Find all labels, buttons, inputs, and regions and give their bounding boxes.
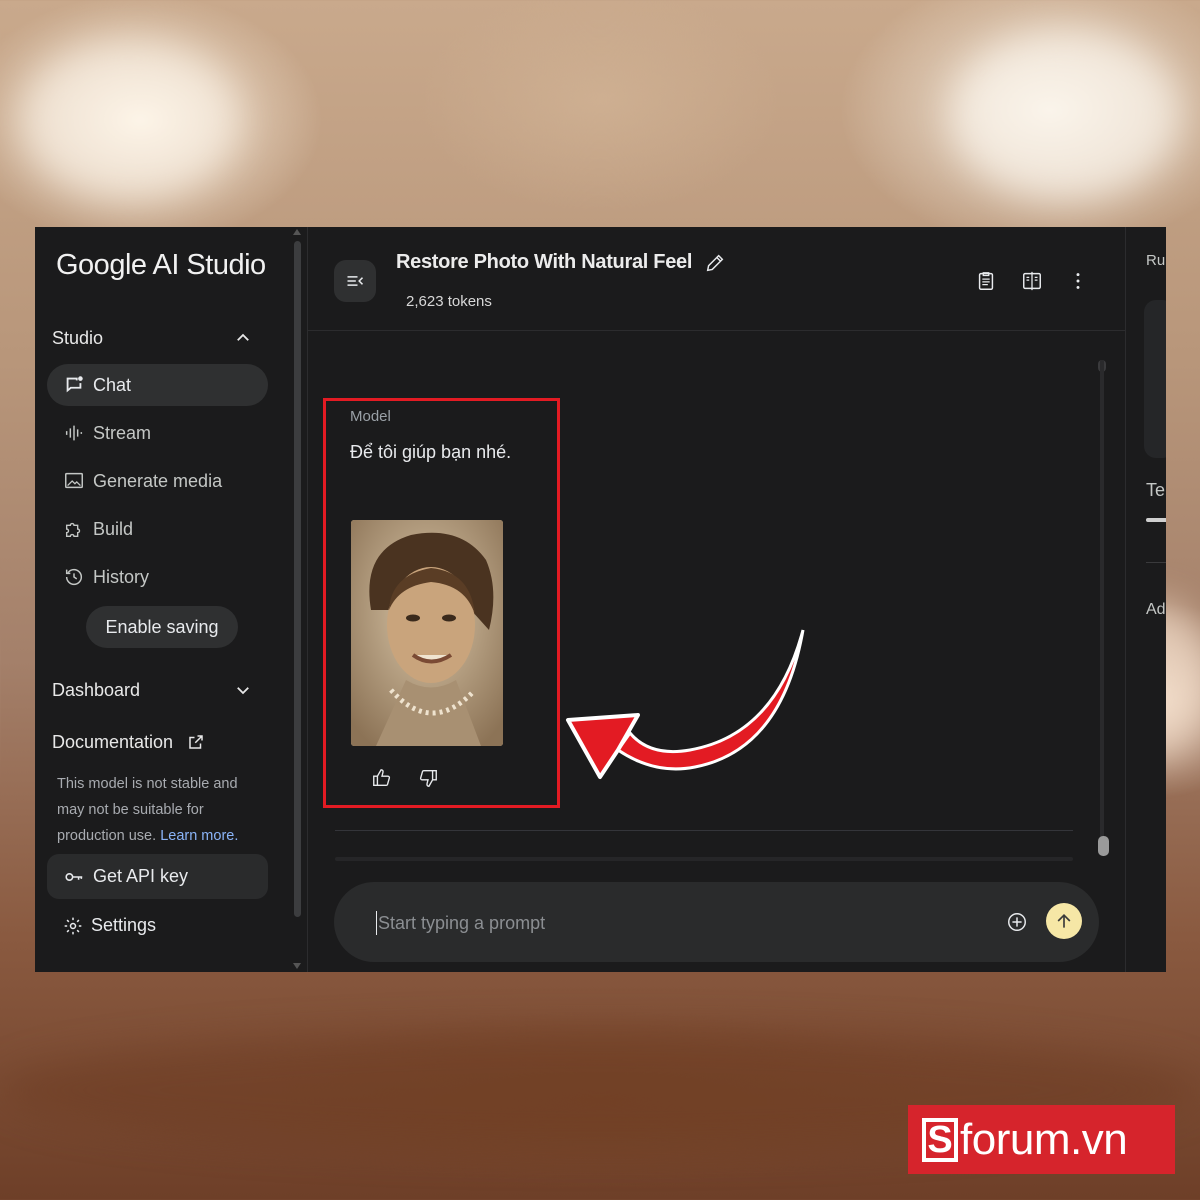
background-blur: [20, 40, 240, 200]
learn-more-link[interactable]: Learn more.: [160, 828, 238, 844]
dashboard-label: Dashboard: [52, 679, 141, 700]
ai-studio-window: Google AI Studio Studio Chat Stream Gene…: [35, 227, 1166, 972]
chat-main: Restore Photo With Natural Feel 2,623 to…: [307, 227, 1126, 972]
sidebar-item-chat[interactable]: Chat: [47, 364, 268, 406]
studio-label: Studio: [52, 327, 104, 348]
run-settings-panel: Ru Te Ad: [1125, 227, 1166, 972]
thumbs-up-icon[interactable]: [371, 767, 393, 789]
settings-button[interactable]: Settings: [63, 915, 156, 936]
background-blur: [950, 30, 1180, 200]
feedback-buttons: [371, 767, 439, 789]
compare-icon[interactable]: [1021, 270, 1043, 292]
clipboard-icon[interactable]: [975, 270, 997, 292]
sidebar-item-label: Generate media: [93, 470, 223, 491]
sidebar-item-label: History: [93, 566, 150, 587]
model-card[interactable]: [1144, 300, 1166, 458]
panel-divider: [1146, 562, 1166, 563]
sidebar-item-label: Build: [93, 518, 134, 539]
sforum-logo-text: forum.vn: [960, 1114, 1128, 1164]
external-link-icon: [189, 735, 203, 749]
thumbs-down-icon[interactable]: [417, 767, 439, 789]
sidebar-scroll-up[interactable]: [293, 229, 301, 235]
chevron-down-icon: [237, 687, 249, 695]
waveform-icon: [65, 425, 83, 441]
sidebar-item-build[interactable]: Build: [47, 508, 268, 550]
sidebar-item-label: Chat: [93, 374, 132, 395]
more-vertical-icon[interactable]: [1067, 270, 1089, 292]
settings-label: Settings: [91, 915, 157, 935]
history-icon: [65, 568, 83, 586]
temperature-label: Te: [1146, 480, 1166, 500]
arrow-up-icon: [1057, 913, 1071, 928]
puzzle-icon: [65, 522, 81, 538]
studio-section-toggle[interactable]: Studio: [52, 323, 252, 353]
image-icon: [65, 472, 83, 489]
sidebar-item-generate-media[interactable]: Generate media: [47, 460, 268, 502]
sidebar-item-stream[interactable]: Stream: [47, 412, 268, 454]
restored-photo[interactable]: [351, 520, 503, 746]
send-button[interactable]: [1046, 903, 1082, 939]
prompt-bar: [334, 882, 1099, 962]
message-divider: [335, 830, 1073, 831]
model-message: Để tôi giúp bạn nhé.: [350, 442, 512, 462]
key-icon: [65, 872, 83, 881]
enable-saving-button[interactable]: Enable saving: [86, 606, 238, 648]
app-logo: Google AI Studio: [56, 249, 266, 281]
chat-header: Restore Photo With Natural Feel 2,623 to…: [308, 227, 1126, 331]
api-key-label: Get API key: [93, 866, 189, 886]
sidebar-item-history[interactable]: History: [47, 556, 268, 598]
toggle-sidebar-button[interactable]: [334, 260, 376, 302]
add-circle-icon[interactable]: [1006, 911, 1028, 933]
prompt-input[interactable]: [376, 911, 976, 935]
documentation-link[interactable]: Documentation: [52, 727, 222, 757]
chevron-up-icon: [237, 333, 249, 341]
sforum-watermark: S forum.vn: [908, 1105, 1175, 1174]
chat-icon: [66, 376, 83, 393]
pencil-icon[interactable]: [704, 252, 726, 274]
model-disclaimer: This model is not stable and may not be …: [57, 771, 267, 849]
token-count: 2,623 tokens: [406, 293, 492, 310]
documentation-label: Documentation: [52, 731, 174, 752]
annotation-arrow: [566, 629, 805, 779]
sidebar-scroll-down[interactable]: [293, 963, 301, 969]
run-settings-label: Ru: [1146, 252, 1166, 269]
menu-collapse-icon: [347, 276, 364, 286]
sforum-logo-letter: S: [922, 1117, 958, 1162]
sidebar: Google AI Studio Studio Chat Stream Gene…: [35, 227, 301, 972]
page-title: Restore Photo With Natural Feel: [396, 251, 693, 273]
advanced-settings-label: Ad: [1146, 601, 1166, 618]
chat-scrollbar-thumb[interactable]: [1098, 836, 1109, 856]
sidebar-item-label: Stream: [93, 422, 152, 443]
message-divider: [335, 857, 1073, 861]
sidebar-scrollbar[interactable]: [294, 241, 301, 917]
dashboard-section-toggle[interactable]: Dashboard: [52, 675, 252, 705]
temperature-slider[interactable]: [1146, 518, 1166, 522]
message-role-label: Model: [350, 408, 391, 425]
gear-icon: [64, 917, 82, 934]
portrait-image: [351, 520, 503, 746]
chat-scrollbar-track[interactable]: [1100, 360, 1104, 840]
get-api-key-button[interactable]: Get API key: [47, 854, 268, 899]
